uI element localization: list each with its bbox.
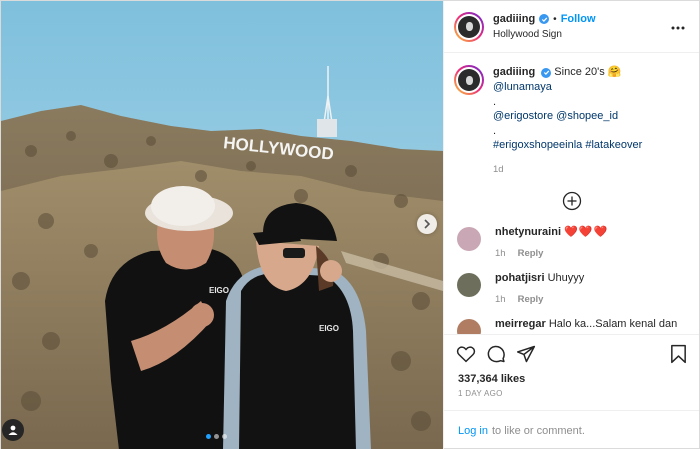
hashtag-link[interactable]: #erigoxshopeeinla bbox=[493, 139, 582, 151]
instagram-post: HOLLYWOOD EIGO EIGO gadiiing • Follow Ho… bbox=[0, 0, 700, 449]
bookmark-icon[interactable] bbox=[670, 344, 687, 364]
caption-dot: . bbox=[493, 125, 497, 137]
verified-badge-icon bbox=[539, 14, 550, 24]
location-link[interactable]: Hollywood Sign bbox=[493, 27, 596, 42]
comment-time: 1h bbox=[495, 294, 506, 305]
reply-button[interactable]: Reply bbox=[518, 294, 544, 305]
avatar[interactable] bbox=[457, 273, 481, 297]
mention-link[interactable]: @lunamaya bbox=[493, 81, 552, 93]
carousel-dot bbox=[222, 434, 227, 439]
comment-time: 1h bbox=[495, 248, 506, 259]
follow-button[interactable]: Follow bbox=[561, 12, 596, 27]
post-header: gadiiing • Follow Hollywood Sign bbox=[444, 1, 699, 53]
comment-item: pohatjisri Uhuyyy 1h Reply bbox=[454, 271, 689, 305]
comment-text: Halo ka...Salam kenal dan bbox=[548, 318, 678, 330]
mention-link[interactable]: @erigostore bbox=[493, 110, 553, 122]
comment-username[interactable]: meirregar bbox=[495, 318, 546, 330]
login-link[interactable]: Log in bbox=[458, 425, 488, 437]
plus-circle-icon bbox=[562, 191, 581, 211]
comment-text: ❤️❤️❤️ bbox=[564, 226, 609, 238]
post-side-panel: gadiiing • Follow Hollywood Sign gadiiin… bbox=[443, 1, 699, 449]
avatar[interactable] bbox=[457, 319, 481, 334]
share-icon[interactable] bbox=[516, 344, 536, 364]
caption: gadiiing Since 20's 🤗 @lunamaya . @erigo… bbox=[454, 65, 689, 177]
avatar[interactable] bbox=[454, 11, 484, 42]
action-bar bbox=[444, 334, 699, 372]
login-prompt-text: to like or comment. bbox=[491, 424, 585, 437]
header-separator: • bbox=[553, 13, 557, 25]
man-shirt-print: EIGO bbox=[209, 286, 229, 295]
comment-text: Uhuyyy bbox=[547, 272, 585, 284]
load-more-comments-button[interactable] bbox=[454, 191, 689, 211]
more-options-icon[interactable] bbox=[671, 19, 685, 33]
post-photo[interactable]: HOLLYWOOD EIGO EIGO bbox=[1, 1, 443, 449]
comments-section[interactable]: gadiiing Since 20's 🤗 @lunamaya . @erigo… bbox=[444, 53, 699, 334]
chevron-right-icon bbox=[424, 219, 431, 229]
likes-count[interactable]: 337,364 likes bbox=[444, 372, 699, 386]
comment-item: meirregar Halo ka...Salam kenal dan bbox=[454, 317, 689, 334]
tagged-users-button[interactable] bbox=[2, 419, 24, 441]
heart-icon[interactable] bbox=[456, 345, 476, 363]
carousel-dot bbox=[214, 434, 219, 439]
comment-username[interactable]: nhetynuraini bbox=[495, 226, 561, 238]
next-photo-button[interactable] bbox=[417, 214, 437, 234]
avatar[interactable] bbox=[454, 65, 484, 95]
mention-link[interactable]: @shopee_id bbox=[556, 110, 618, 122]
comment-icon[interactable] bbox=[486, 344, 506, 364]
hashtag-link[interactable]: #latakeover bbox=[585, 139, 642, 151]
comment-item: nhetynuraini ❤️❤️❤️ 1h Reply bbox=[454, 225, 689, 259]
comment-username[interactable]: pohatjisri bbox=[495, 272, 545, 284]
login-prompt: Log in to like or comment. bbox=[444, 410, 699, 449]
caption-dot: . bbox=[493, 96, 497, 108]
caption-text: Since 20's bbox=[554, 66, 605, 78]
avatar[interactable] bbox=[457, 227, 481, 251]
caption-username[interactable]: gadiiing bbox=[493, 66, 535, 78]
hugging-emoji: 🤗 bbox=[607, 66, 622, 78]
hollywood-couple-photo: HOLLYWOOD EIGO EIGO bbox=[1, 1, 443, 449]
carousel-dots bbox=[206, 434, 227, 439]
woman-shirt-print: EIGO bbox=[319, 324, 339, 333]
caption-age: 1d bbox=[493, 164, 504, 175]
post-date: 1 DAY AGO bbox=[458, 389, 503, 398]
reply-button[interactable]: Reply bbox=[518, 248, 544, 259]
user-icon bbox=[8, 425, 18, 435]
carousel-dot bbox=[206, 434, 211, 439]
verified-badge-icon bbox=[541, 67, 552, 78]
header-username[interactable]: gadiiing bbox=[493, 12, 535, 27]
